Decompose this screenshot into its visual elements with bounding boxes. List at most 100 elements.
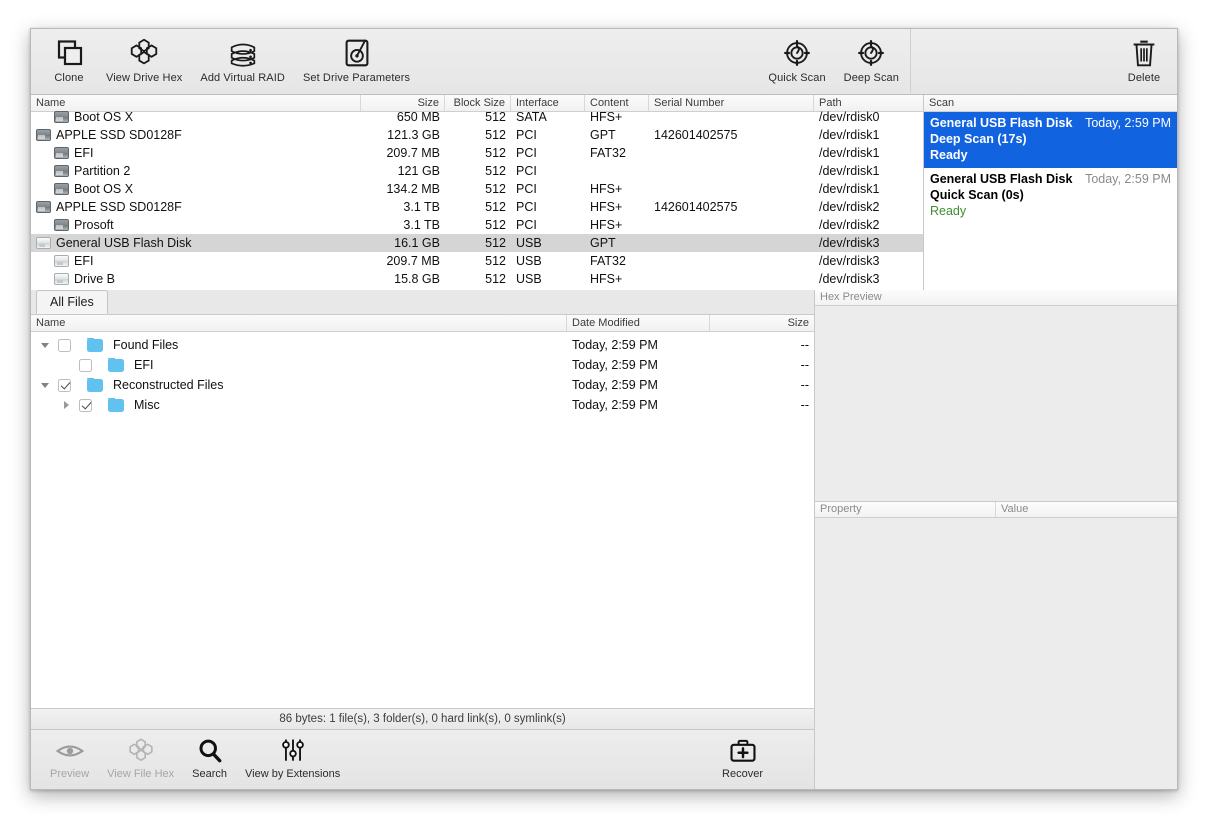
deep-scan-icon (844, 35, 899, 71)
drive-row-block-size: 512 (445, 180, 511, 198)
hdd-icon (36, 201, 51, 213)
drive-row-path: /dev/rdisk0 (814, 108, 923, 126)
column-file-size[interactable]: Size (710, 315, 814, 331)
drive-row[interactable]: General USB Flash Disk16.1 GB512USBGPT/d… (31, 234, 923, 252)
deep-scan-button[interactable]: Deep Scan (835, 29, 908, 84)
drive-row-block-size: 512 (445, 126, 511, 144)
file-row-date: Today, 2:59 PM (567, 358, 710, 372)
drive-row-interface: PCI (511, 180, 585, 198)
scan-item-title: General USB Flash Disk (930, 171, 1072, 187)
file-row-name: EFI (134, 358, 153, 372)
drive-row-interface: PCI (511, 126, 585, 144)
drive-row[interactable]: Boot OS X134.2 MB512PCIHFS+/dev/rdisk1 (31, 180, 923, 198)
chevron-down-icon[interactable] (39, 383, 51, 388)
file-row-checkbox[interactable] (79, 399, 92, 412)
file-row[interactable]: MiscToday, 2:59 PM-- (31, 395, 814, 415)
scan-item[interactable]: General USB Flash DiskToday, 2:59 PMQuic… (924, 168, 1177, 224)
drive-row[interactable]: APPLE SSD SD0128F3.1 TB512PCIHFS+1426014… (31, 198, 923, 216)
drive-row-content: HFS+ (585, 216, 649, 234)
first-aid-kit-icon (722, 735, 763, 767)
delete-button[interactable]: Delete (1118, 29, 1177, 84)
scan-list[interactable]: General USB Flash DiskToday, 2:59 PMDeep… (924, 112, 1177, 290)
hex-icon (106, 35, 182, 71)
view-file-hex-label: View File Hex (107, 768, 174, 780)
column-scan[interactable]: Scan (924, 95, 1177, 111)
file-row-name: Found Files (113, 338, 178, 352)
drive-row[interactable]: APPLE SSD SD0128F121.3 GB512PCIGPT142601… (31, 126, 923, 144)
chevron-down-icon[interactable] (39, 343, 51, 348)
drive-row-content: HFS+ (585, 180, 649, 198)
drive-row-name: Partition 2 (74, 162, 130, 180)
scan-item-time: Today, 2:59 PM (1085, 115, 1171, 131)
scan-item[interactable]: General USB Flash DiskToday, 2:59 PMDeep… (924, 112, 1177, 168)
drive-row[interactable]: Drive B15.8 GB512USBHFS+/dev/rdisk3 (31, 270, 923, 288)
trash-icon (1127, 35, 1161, 71)
recover-button[interactable]: Recover (713, 730, 772, 780)
folder-icon (87, 379, 103, 392)
drive-row-content: HFS+ (585, 198, 649, 216)
drive-row-path: /dev/rdisk3 (814, 252, 923, 270)
drive-row-interface: USB (511, 234, 585, 252)
column-property[interactable]: Property (815, 502, 996, 517)
folder-icon (87, 339, 103, 352)
hdd-icon (54, 165, 69, 177)
view-file-hex-button[interactable]: View File Hex (98, 730, 183, 780)
drive-row-size: 650 MB (361, 108, 445, 126)
file-row-checkbox[interactable] (79, 359, 92, 372)
hex-icon (107, 735, 174, 767)
drive-row-name: EFI (74, 144, 93, 162)
file-row[interactable]: Found FilesToday, 2:59 PM-- (31, 335, 814, 355)
drive-row-name: General USB Flash Disk (56, 234, 191, 252)
drive-section: Name Size Block Size Interface Content S… (31, 95, 1177, 290)
drive-row-path: /dev/rdisk1 (814, 126, 923, 144)
file-row-date: Today, 2:59 PM (567, 338, 710, 352)
file-row-date: Today, 2:59 PM (567, 398, 710, 412)
view-drive-hex-button[interactable]: View Drive Hex (97, 29, 191, 84)
file-row-checkbox[interactable] (58, 339, 71, 352)
drive-row[interactable]: EFI209.7 MB512USBFAT32/dev/rdisk3 (31, 252, 923, 270)
drive-row[interactable]: Boot OS X650 MB512SATAHFS+/dev/rdisk0 (31, 108, 923, 126)
set-drive-parameters-button[interactable]: Set Drive Parameters (294, 29, 419, 84)
drive-row-name: EFI (74, 252, 93, 270)
file-row[interactable]: Reconstructed FilesToday, 2:59 PM-- (31, 375, 814, 395)
right-column: Hex Preview Property Value (815, 290, 1177, 789)
tab-all-files[interactable]: All Files (36, 290, 108, 314)
drive-row[interactable]: Partition 2121 GB512PCI/dev/rdisk1 (31, 162, 923, 180)
quick-scan-button[interactable]: Quick Scan (759, 29, 834, 84)
hex-preview-body[interactable] (815, 306, 1177, 501)
drive-row[interactable]: Prosoft3.1 TB512PCIHFS+/dev/rdisk2 (31, 216, 923, 234)
set-drive-parameters-label: Set Drive Parameters (303, 72, 410, 84)
chevron-right-icon[interactable] (60, 401, 72, 409)
file-row-date: Today, 2:59 PM (567, 378, 710, 392)
drive-row-name: Prosoft (74, 216, 114, 234)
add-virtual-raid-button[interactable]: Add Virtual RAID (191, 29, 294, 84)
search-label: Search (192, 768, 227, 780)
file-row-checkbox[interactable] (58, 379, 71, 392)
drive-table: Name Size Block Size Interface Content S… (31, 95, 924, 290)
add-virtual-raid-label: Add Virtual RAID (200, 72, 285, 84)
top-toolbar: Clone View Drive Hex (31, 29, 1177, 95)
column-file-name[interactable]: Name (31, 315, 567, 331)
drive-row-path: /dev/rdisk3 (814, 270, 923, 288)
hdd-icon (54, 219, 69, 231)
property-table-body[interactable] (815, 518, 1177, 789)
view-by-extensions-button[interactable]: View by Extensions (236, 730, 349, 780)
property-table-header: Property Value (815, 502, 1177, 518)
usb-icon (54, 255, 69, 267)
search-button[interactable]: Search (183, 730, 236, 780)
column-value[interactable]: Value (996, 502, 1177, 517)
drive-row-path: /dev/rdisk1 (814, 180, 923, 198)
preview-button[interactable]: Preview (41, 730, 98, 780)
clone-button[interactable]: Clone (41, 29, 97, 84)
file-row[interactable]: EFIToday, 2:59 PM-- (31, 355, 814, 375)
drive-row-size: 209.7 MB (361, 144, 445, 162)
drive-row-content: GPT (585, 126, 649, 144)
recover-group: Recover (713, 730, 772, 780)
drive-row-path: /dev/rdisk2 (814, 198, 923, 216)
drive-row-name: APPLE SSD SD0128F (56, 126, 182, 144)
drive-row[interactable]: EFI209.7 MB512PCIFAT32/dev/rdisk1 (31, 144, 923, 162)
drive-row-block-size: 512 (445, 144, 511, 162)
drive-row-serial: 142601402575 (649, 126, 814, 144)
drive-row-serial: 142601402575 (649, 198, 814, 216)
column-date-modified[interactable]: Date Modified (567, 315, 710, 331)
